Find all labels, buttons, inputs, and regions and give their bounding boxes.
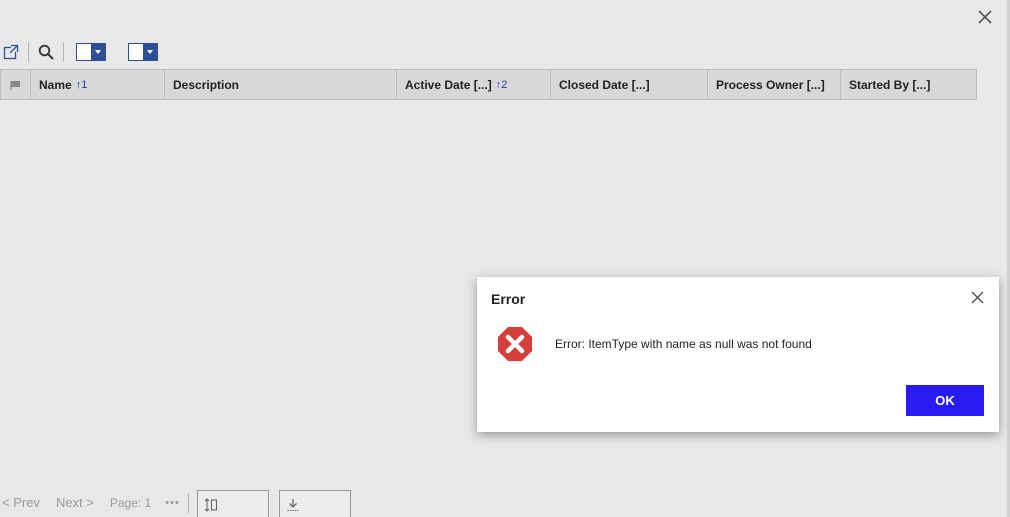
toolbar: [0, 40, 164, 64]
column-label: Process Owner [...]: [716, 77, 825, 92]
column-header-closed-date[interactable]: Closed Date [...]: [551, 70, 708, 99]
split-button-main: [129, 44, 143, 60]
page-size-button[interactable]: [196, 489, 269, 517]
view-split-dropdown[interactable]: [76, 43, 106, 61]
prev-page-button[interactable]: < Prev: [2, 495, 40, 510]
column-label: Description: [173, 77, 240, 92]
external-link-icon: [3, 44, 19, 60]
screen: Name ↑1 Description Active Date [...] ↑2…: [0, 0, 1010, 517]
dialog-title: Error: [491, 291, 526, 307]
page-indicator: Page: 1: [109, 495, 152, 510]
external-link-button[interactable]: [0, 41, 22, 63]
column-header-description[interactable]: Description: [165, 70, 397, 99]
column-header-name[interactable]: Name ↑1: [31, 70, 165, 99]
flag-icon: [10, 80, 20, 90]
toolbar-separator: [63, 42, 64, 62]
export-button[interactable]: [278, 489, 351, 517]
split-button-arrow: [143, 44, 157, 60]
column-label: Active Date [...]: [405, 77, 492, 92]
row-height-icon: [204, 497, 217, 512]
split-button-arrow: [91, 44, 105, 60]
search-button[interactable]: [35, 41, 57, 63]
column-label: Name: [39, 77, 72, 92]
ok-button[interactable]: OK: [906, 385, 984, 416]
pager-separator: [187, 492, 189, 513]
dialog-close-button[interactable]: [967, 287, 987, 307]
download-icon: [287, 498, 299, 511]
column-header-process-owner[interactable]: Process Owner [...]: [708, 70, 841, 99]
sort-indicator: ↑2: [495, 78, 508, 91]
next-page-button[interactable]: Next >: [56, 495, 94, 510]
column-label: Started By [...]: [849, 77, 931, 92]
error-dialog: Error Error: ItemType with name as null …: [477, 277, 999, 432]
chevron-down-icon: [147, 50, 153, 54]
search-icon: [38, 44, 54, 60]
close-icon: [978, 10, 992, 24]
column-header-active-date[interactable]: Active Date [...] ↑2: [397, 70, 551, 99]
close-icon: [970, 290, 984, 304]
more-pages-button[interactable]: •••: [165, 497, 180, 509]
error-icon: [498, 327, 532, 361]
pager: < Prev Next > Page: 1 •••: [0, 488, 361, 517]
window-close-button[interactable]: [974, 6, 996, 28]
flag-column-header[interactable]: [1, 70, 31, 99]
chevron-down-icon: [95, 50, 101, 54]
grid-header: Name ↑1 Description Active Date [...] ↑2…: [0, 69, 977, 100]
column-label: Closed Date [...]: [559, 77, 650, 92]
column-header-started-by[interactable]: Started By [...]: [841, 70, 976, 99]
options-split-dropdown[interactable]: [128, 43, 158, 61]
split-button-main: [77, 44, 91, 60]
sort-indicator: ↑1: [75, 78, 88, 91]
dialog-message: Error: ItemType with name as null was no…: [555, 337, 812, 351]
toolbar-separator: [28, 42, 29, 62]
